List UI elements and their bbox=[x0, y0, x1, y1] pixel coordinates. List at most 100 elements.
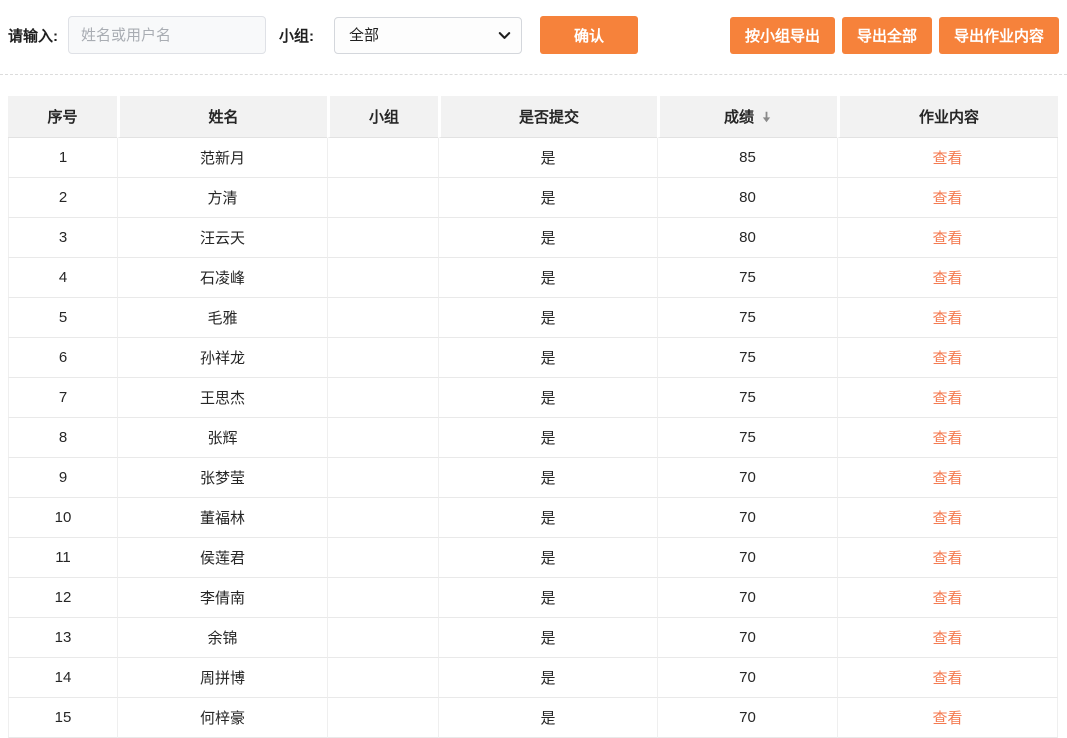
table-row: 14 周拼博 是 70 查看 bbox=[8, 658, 1058, 698]
cell-content: 查看 bbox=[837, 298, 1058, 338]
table-row: 12 李倩南 是 70 查看 bbox=[8, 578, 1058, 618]
view-link[interactable]: 查看 bbox=[932, 230, 962, 247]
cell-group bbox=[327, 178, 438, 218]
export-all-button[interactable]: 导出全部 bbox=[842, 17, 932, 54]
cell-no: 3 bbox=[8, 218, 117, 258]
cell-no: 15 bbox=[8, 698, 117, 738]
cell-name: 李倩南 bbox=[117, 578, 327, 618]
cell-group bbox=[327, 538, 438, 578]
toolbar: 请输入: 小组: 全部 确认 按小组导出 导出全部 导出作业内容 bbox=[0, 0, 1067, 54]
cell-group bbox=[327, 298, 438, 338]
col-header-score[interactable]: 成绩 bbox=[657, 96, 837, 138]
cell-no: 2 bbox=[8, 178, 117, 218]
cell-score: 75 bbox=[657, 418, 837, 458]
cell-content: 查看 bbox=[837, 338, 1058, 378]
cell-content: 查看 bbox=[837, 458, 1058, 498]
table-row: 11 侯莲君 是 70 查看 bbox=[8, 538, 1058, 578]
cell-group bbox=[327, 258, 438, 298]
cell-group bbox=[327, 418, 438, 458]
col-header-no: 序号 bbox=[8, 96, 117, 138]
view-link[interactable]: 查看 bbox=[932, 710, 962, 727]
cell-name: 汪云天 bbox=[117, 218, 327, 258]
cell-submitted: 是 bbox=[438, 258, 657, 298]
view-link[interactable]: 查看 bbox=[932, 630, 962, 647]
cell-submitted: 是 bbox=[438, 498, 657, 538]
cell-score: 70 bbox=[657, 578, 837, 618]
search-input[interactable] bbox=[68, 16, 266, 54]
group-select[interactable]: 全部 bbox=[334, 17, 522, 54]
cell-no: 4 bbox=[8, 258, 117, 298]
cell-group bbox=[327, 498, 438, 538]
view-link[interactable]: 查看 bbox=[932, 590, 962, 607]
cell-name: 张梦莹 bbox=[117, 458, 327, 498]
table-body: 1 范新月 是 85 查看 2 方清 是 80 查看 3 汪云天 是 80 查看… bbox=[8, 138, 1058, 738]
cell-score: 80 bbox=[657, 218, 837, 258]
cell-name: 毛雅 bbox=[117, 298, 327, 338]
cell-score: 75 bbox=[657, 378, 837, 418]
cell-score: 70 bbox=[657, 458, 837, 498]
cell-name: 余锦 bbox=[117, 618, 327, 658]
group-select-label: 小组: bbox=[279, 25, 314, 46]
cell-content: 查看 bbox=[837, 258, 1058, 298]
cell-group bbox=[327, 378, 438, 418]
view-link[interactable]: 查看 bbox=[932, 190, 962, 207]
results-table: 序号 姓名 小组 是否提交 成绩 作业内容 1 范新月 是 85 查看 2 方清… bbox=[8, 96, 1058, 738]
table-row: 6 孙祥龙 是 75 查看 bbox=[8, 338, 1058, 378]
cell-name: 周拼博 bbox=[117, 658, 327, 698]
confirm-button[interactable]: 确认 bbox=[540, 16, 638, 54]
cell-score: 70 bbox=[657, 658, 837, 698]
view-link[interactable]: 查看 bbox=[932, 270, 962, 287]
cell-score: 70 bbox=[657, 698, 837, 738]
cell-name: 何梓豪 bbox=[117, 698, 327, 738]
view-link[interactable]: 查看 bbox=[932, 470, 962, 487]
view-link[interactable]: 查看 bbox=[932, 150, 962, 167]
table-row: 9 张梦莹 是 70 查看 bbox=[8, 458, 1058, 498]
cell-content: 查看 bbox=[837, 378, 1058, 418]
cell-name: 孙祥龙 bbox=[117, 338, 327, 378]
table-row: 3 汪云天 是 80 查看 bbox=[8, 218, 1058, 258]
cell-score: 75 bbox=[657, 258, 837, 298]
cell-group bbox=[327, 578, 438, 618]
cell-submitted: 是 bbox=[438, 338, 657, 378]
cell-group bbox=[327, 658, 438, 698]
cell-score: 85 bbox=[657, 138, 837, 178]
cell-content: 查看 bbox=[837, 658, 1058, 698]
col-header-score-label: 成绩 bbox=[724, 109, 754, 126]
cell-name: 方清 bbox=[117, 178, 327, 218]
cell-score: 80 bbox=[657, 178, 837, 218]
cell-no: 14 bbox=[8, 658, 117, 698]
cell-no: 11 bbox=[8, 538, 117, 578]
cell-submitted: 是 bbox=[438, 658, 657, 698]
cell-no: 5 bbox=[8, 298, 117, 338]
cell-score: 70 bbox=[657, 618, 837, 658]
cell-group bbox=[327, 698, 438, 738]
cell-submitted: 是 bbox=[438, 218, 657, 258]
cell-group bbox=[327, 458, 438, 498]
view-link[interactable]: 查看 bbox=[932, 430, 962, 447]
cell-submitted: 是 bbox=[438, 378, 657, 418]
view-link[interactable]: 查看 bbox=[932, 670, 962, 687]
export-content-button[interactable]: 导出作业内容 bbox=[939, 17, 1059, 54]
view-link[interactable]: 查看 bbox=[932, 390, 962, 407]
view-link[interactable]: 查看 bbox=[932, 550, 962, 567]
cell-submitted: 是 bbox=[438, 578, 657, 618]
view-link[interactable]: 查看 bbox=[932, 350, 962, 367]
cell-name: 张辉 bbox=[117, 418, 327, 458]
sort-desc-arrow-icon[interactable] bbox=[760, 110, 773, 124]
cell-name: 范新月 bbox=[117, 138, 327, 178]
cell-group bbox=[327, 618, 438, 658]
search-input-label: 请输入: bbox=[8, 25, 58, 46]
view-link[interactable]: 查看 bbox=[932, 310, 962, 327]
cell-content: 查看 bbox=[837, 418, 1058, 458]
cell-content: 查看 bbox=[837, 618, 1058, 658]
col-header-name: 姓名 bbox=[117, 96, 327, 138]
cell-group bbox=[327, 338, 438, 378]
export-by-group-button[interactable]: 按小组导出 bbox=[730, 17, 835, 54]
view-link[interactable]: 查看 bbox=[932, 510, 962, 527]
cell-content: 查看 bbox=[837, 578, 1058, 618]
cell-no: 10 bbox=[8, 498, 117, 538]
cell-no: 6 bbox=[8, 338, 117, 378]
cell-name: 董福林 bbox=[117, 498, 327, 538]
table-row: 8 张辉 是 75 查看 bbox=[8, 418, 1058, 458]
table-row: 5 毛雅 是 75 查看 bbox=[8, 298, 1058, 338]
